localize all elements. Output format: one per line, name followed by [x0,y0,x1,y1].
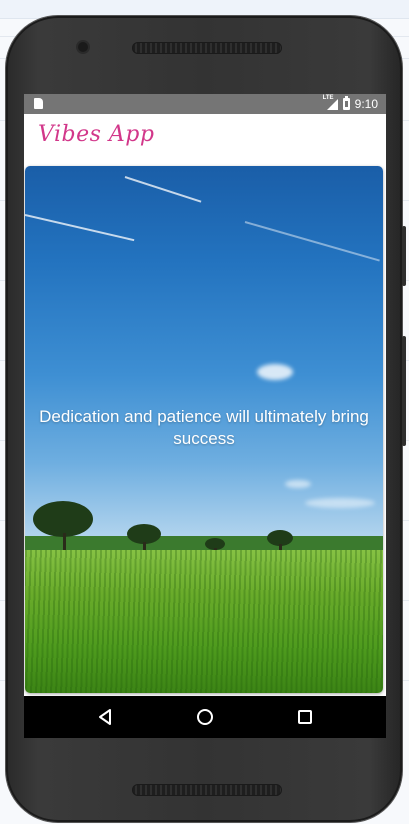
status-bar: LTE 9:10 [24,94,386,114]
contrail [124,176,202,203]
status-clock: 9:10 [354,97,378,111]
cloud [305,498,375,508]
contrail [25,214,135,242]
volume-button[interactable] [402,226,406,286]
cloud [285,480,311,488]
recents-icon[interactable] [295,707,315,727]
status-indicators: LTE 9:10 [323,95,378,112]
sd-card-icon [34,98,43,109]
grass-field [25,550,383,693]
battery-icon [342,96,350,110]
home-icon[interactable] [195,707,215,727]
power-button[interactable] [402,336,406,446]
cloud [257,364,293,380]
sky-background [25,166,383,546]
front-camera-icon [78,42,88,52]
phone-frame: LTE 9:10 Vibes App Dedication and patien… [6,16,406,822]
quote-card[interactable]: Dedication and patience will ultimately … [25,166,383,693]
app-bar: Vibes App [24,114,386,162]
contrail [244,221,380,262]
phone-screen: LTE 9:10 Vibes App Dedication and patien… [24,94,386,738]
back-icon[interactable] [96,707,116,727]
bottom-speaker [132,784,282,796]
earpiece-speaker [132,42,282,54]
lte-signal-icon: LTE [323,95,338,110]
navigation-bar [24,696,386,738]
app-title: Vibes App [38,122,155,147]
quote-text: Dedication and patience will ultimately … [39,407,369,448]
